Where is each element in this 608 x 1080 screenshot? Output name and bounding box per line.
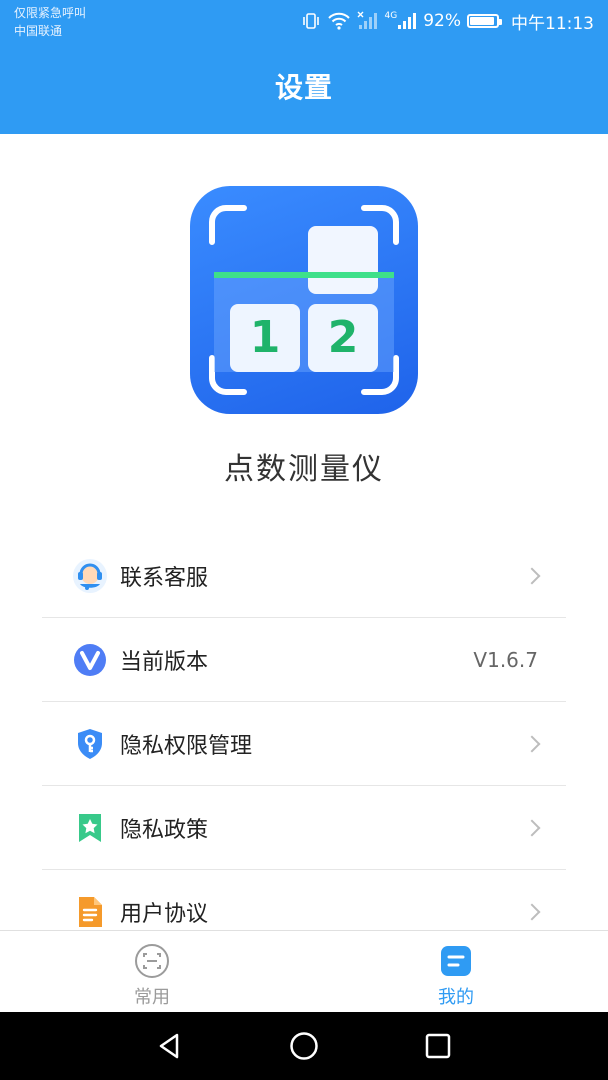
profile-card-icon [396,943,516,981]
tab-label: 我的 [438,987,474,1008]
menu-item-label: 用户协议 [120,901,209,927]
vibrate-icon [301,11,321,31]
status-indicators: 4G 92% 中午11:13 [301,8,594,34]
settings-menu: 联系客服 当前版本 V1.6.7 隐私权限管理 隐私政策 用户协议 [42,534,566,954]
version-number: V1.6.7 [473,648,538,672]
menu-item-label: 联系客服 [120,565,209,591]
bottom-tab-bar: 常用 我的 [0,930,608,1012]
battery-icon [467,14,502,28]
chevron-right-icon [523,534,541,618]
shield-key-icon [72,726,108,762]
carrier-status-line1: 仅限紧急呼叫 [14,6,87,20]
signal-4g-icon: 4G [385,11,418,31]
tab-label: 常用 [134,987,170,1008]
home-circle-icon[interactable] [274,1012,334,1080]
wifi-icon [327,11,351,31]
scan-face-icon [92,943,212,981]
tab-common[interactable]: 常用 [92,943,212,1009]
carrier-name: 中国联通 [14,24,63,38]
back-triangle-icon[interactable] [140,1012,200,1080]
version-v-icon [72,642,108,678]
menu-item-privacy-permissions[interactable]: 隐私权限管理 [42,702,566,786]
battery-percent: 92% [423,11,461,31]
status-bar: 仅限紧急呼叫 中国联通 4G 92% 中午11:13 [0,0,608,42]
battery-fill [470,17,494,25]
menu-item-label: 隐私政策 [120,817,209,843]
chevron-right-icon [523,702,541,786]
menu-item-privacy-policy[interactable]: 隐私政策 [42,786,566,870]
tab-mine[interactable]: 我的 [396,943,516,1009]
recents-square-icon[interactable] [408,1012,468,1080]
app-name: 点数测量仪 [224,452,384,487]
bookmark-star-icon [72,810,108,846]
logo-digit-1: 1 [249,312,281,363]
menu-item-contact-support[interactable]: 联系客服 [42,534,566,618]
app-logo: 1 2 [190,186,418,414]
menu-item-current-version[interactable]: 当前版本 V1.6.7 [42,618,566,702]
system-navigation-bar [0,1012,608,1080]
chevron-right-icon [523,786,541,870]
menu-item-label: 当前版本 [120,649,209,675]
signal-no-sim-icon [357,11,379,31]
headset-agent-icon [72,558,108,594]
page-title: 设置 [274,71,333,104]
menu-item-label: 隐私权限管理 [120,733,253,759]
logo-digit-2: 2 [327,312,359,363]
network-type: 4G [384,11,398,21]
document-icon [72,894,108,930]
clock: 中午11:13 [511,13,594,34]
app-header: 仅限紧急呼叫 中国联通 4G 92% 中午11:13 设置 [0,0,608,134]
